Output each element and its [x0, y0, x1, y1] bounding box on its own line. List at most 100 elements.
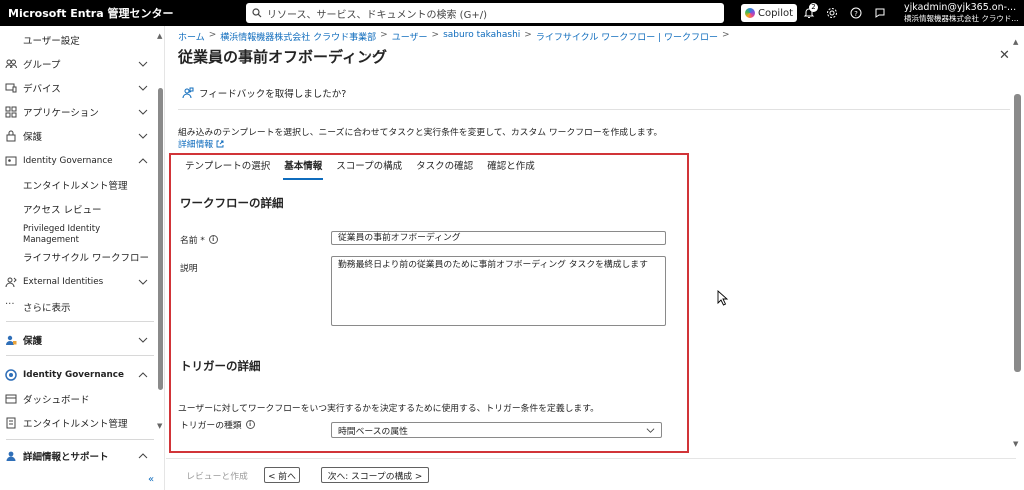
scroll-up-icon[interactable]: ▲	[157, 32, 162, 40]
sidebar-item-applications[interactable]: アプリケーション	[0, 101, 155, 123]
main-scrollbar[interactable]	[1014, 94, 1021, 372]
sidebar-item-label: 保護	[23, 132, 43, 143]
more-options-icon[interactable]: ···	[364, 48, 375, 62]
sidebar-item-entitlement[interactable]: エンタイトルメント管理	[0, 174, 155, 196]
sidebar-item-dashboard[interactable]: ダッシュボード	[0, 388, 155, 410]
sidebar-item-label: アクセス レビュー	[23, 205, 102, 216]
protection-user-icon	[6, 335, 17, 345]
breadcrumb-separator: >	[524, 30, 532, 40]
feedback-label: フィードバックを取得しましたか?	[199, 89, 347, 100]
next-button[interactable]: 次へ: スコープの構成 >	[321, 467, 429, 483]
mouse-cursor-icon	[717, 290, 729, 306]
help-icon[interactable]: ?	[849, 6, 863, 20]
chevron-down-icon	[138, 85, 148, 91]
svg-text:?: ?	[854, 10, 858, 18]
dashboard-icon	[5, 394, 17, 404]
copilot-button[interactable]: Copilot	[741, 4, 797, 22]
sidebar-item-access-reviews[interactable]: アクセス レビュー	[0, 198, 155, 220]
feedback-icon[interactable]	[873, 6, 887, 20]
devices-icon	[5, 83, 17, 93]
review-create-button[interactable]: レビューと作成	[184, 467, 250, 483]
breadcrumb-workflows[interactable]: ライフサイクル ワークフロー | ワークフロー	[536, 30, 718, 43]
chevron-up-icon	[138, 453, 148, 459]
divider	[178, 109, 1010, 110]
sidebar-divider	[6, 439, 154, 440]
chevron-up-icon	[138, 158, 148, 164]
sidebar-item-label: アプリケーション	[23, 108, 99, 119]
chevron-up-icon	[138, 372, 148, 378]
sidebar-item-label: さらに表示	[23, 303, 71, 314]
sidebar-item-label: 詳細情報とサポート	[23, 452, 109, 463]
groups-icon	[5, 59, 17, 69]
sidebar-section-identity-governance[interactable]: Identity Governance	[0, 364, 155, 386]
sidebar-item-label: デバイス	[23, 84, 61, 95]
copilot-icon	[744, 8, 755, 18]
id-card-icon	[5, 156, 17, 166]
sidebar-section-protection[interactable]: 保護	[0, 329, 155, 351]
highlight-box	[169, 153, 689, 453]
sidebar-item-groups[interactable]: グループ	[0, 53, 155, 75]
sidebar-item-pim[interactable]: Privileged Identity Management	[0, 221, 155, 249]
intro-text: 組み込みのテンプレートを選択し、ニーズに合わせてタスクと実行条件を変更して、カス…	[178, 128, 663, 138]
chevron-down-icon	[138, 337, 148, 343]
sidebar-item-label: ライフサイクル ワークフロー	[23, 253, 150, 264]
sidebar-divider	[6, 321, 154, 322]
external-users-icon	[5, 277, 17, 288]
sidebar-item-show-more[interactable]: ··· さらに表示	[0, 296, 155, 318]
chevron-down-icon	[138, 279, 148, 285]
sidebar-item-user-settings[interactable]: ユーザー設定	[0, 29, 155, 51]
breadcrumb-home[interactable]: ホーム	[178, 30, 205, 43]
scroll-up-icon[interactable]: ▲	[1013, 38, 1018, 46]
chevron-down-icon	[138, 61, 148, 67]
support-user-icon	[6, 451, 16, 461]
close-icon[interactable]: ✕	[999, 48, 1010, 63]
account-menu[interactable]: yjkadmin@yjk365.on-... 横浜情報機器株式会社 クラウド..…	[904, 2, 1022, 24]
breadcrumb-separator: >	[208, 30, 217, 40]
feedback-link[interactable]: フィードバックを取得しましたか?	[182, 86, 346, 100]
sidebar-divider	[6, 355, 154, 356]
sidebar-item-label: Identity Governance	[23, 370, 124, 380]
sidebar-item-label: 保護	[23, 336, 43, 347]
breadcrumb-separator: >	[431, 30, 440, 40]
sidebar-item-label: グループ	[23, 60, 61, 71]
breadcrumb-users[interactable]: ユーザー	[392, 30, 428, 43]
previous-button[interactable]: < 前へ	[264, 467, 300, 483]
brand-title[interactable]: Microsoft Entra 管理センター	[0, 5, 246, 21]
lock-icon	[6, 130, 16, 142]
sidebar-item-label: ダッシュボード	[23, 395, 90, 406]
feedback-person-icon	[182, 87, 194, 99]
breadcrumb-user[interactable]: saburo takahashi	[443, 30, 520, 43]
ellipsis-icon: ···	[5, 299, 15, 310]
page-title: 従業員の事前オフボーディング	[178, 48, 387, 66]
sidebar-item-label: Privileged Identity Management	[23, 224, 101, 245]
sidebar-item-label: エンタイトルメント管理	[23, 419, 128, 430]
sidebar-item-label: ユーザー設定	[23, 36, 80, 47]
sidebar-item-external-identities[interactable]: External Identities	[0, 271, 155, 293]
sidebar-item-protection[interactable]: 保護	[0, 125, 155, 147]
sidebar-item-label: External Identities	[23, 277, 104, 287]
search-box[interactable]: リソース、サービス、ドキュメントの検索 (G+/)	[246, 3, 724, 23]
copilot-label: Copilot	[757, 7, 794, 19]
external-link-icon	[216, 140, 224, 147]
account-tenant: 横浜情報機器株式会社 クラウド...	[904, 14, 1019, 23]
sidebar-item-devices[interactable]: デバイス	[0, 77, 155, 99]
collapse-sidebar-icon[interactable]: «	[148, 474, 154, 485]
breadcrumb-separator: >	[380, 30, 388, 40]
chevron-down-icon	[138, 109, 148, 115]
scroll-down-icon[interactable]: ▼	[157, 422, 162, 430]
sidebar-item-lifecycle-workflows[interactable]: ライフサイクル ワークフロー	[0, 246, 155, 268]
learn-more-link[interactable]: 詳細情報	[178, 137, 224, 150]
gear-icon[interactable]	[825, 6, 839, 20]
scroll-down-icon[interactable]: ▼	[1013, 440, 1018, 448]
breadcrumb-tenant[interactable]: 横浜情報機器株式会社 クラウド事業部	[220, 30, 376, 43]
wizard-footer: レビューと作成 < 前へ 次へ: スコープの構成 >	[166, 458, 1016, 490]
top-bar: Microsoft Entra 管理センター リソース、サービス、ドキュメントの…	[0, 0, 1024, 26]
breadcrumb-separator: >	[722, 30, 730, 40]
sidebar-item-identity-governance[interactable]: Identity Governance	[0, 150, 155, 172]
sidebar-scrollbar[interactable]	[158, 88, 163, 390]
entitlement-icon	[6, 417, 16, 429]
sidebar-item-entitlement-2[interactable]: エンタイトルメント管理	[0, 412, 155, 434]
sidebar-section-support[interactable]: 詳細情報とサポート	[0, 445, 155, 467]
chevron-down-icon	[138, 133, 148, 139]
sidebar-item-label: エンタイトルメント管理	[23, 181, 128, 192]
